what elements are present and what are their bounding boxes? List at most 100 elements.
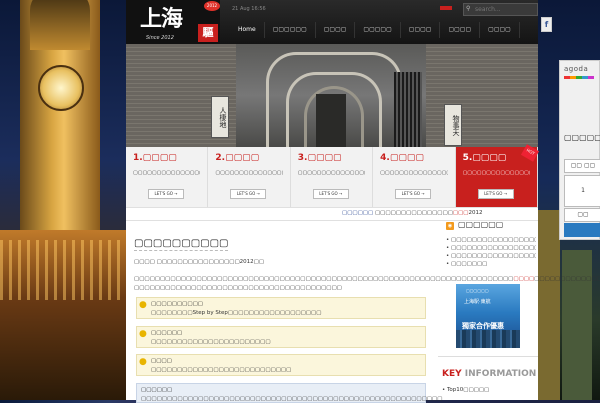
feature-desc: ▢▢▢▢▢▢▢▢▢▢▢▢▢▢▢▢▢▢▢▢▢▢ [380,170,447,176]
ad-logo: ▢▢▢▢▢▢ [466,288,489,293]
intro-text: ▢▢▢▢▢▢▢▢▢▢▢▢▢▢▢▢▢▢▢▢▢▢▢▢▢▢▢▢▢▢▢▢▢▢▢▢▢▢▢▢ [134,285,342,291]
feature-boxes: 1.▢▢▢▢ ▢▢▢▢▢▢▢▢▢▢▢▢▢▢▢▢▢▢▢▢▢▢▢▢ LET'S GO… [126,144,540,207]
intro-text: ▢▢▢▢▢▢▢▢▢▢▢▢▢▢▢▢▢ [534,276,600,282]
ticker-part: ▢▢▢ [452,210,469,216]
tip-title: ▢▢▢▢▢▢▢▢▢▢ [151,301,203,307]
main-content: ▢▢▢▢▢▢▢▢▢▢ ▢▢▢▢ ▢▢▢▢▢▢▢▢▢▢▢▢▢▢▢▢2012▢▢ ▢… [126,220,600,403]
tip-box: ● ▢▢▢▢▢▢ ▢▢▢▢▢▢▢▢▢▢▢▢▢▢▢▢▢▢▢▢▢▢▢ [136,326,426,348]
tip-desc: ▢▢▢▢▢▢▢▢▢▢▢▢▢▢▢▢▢▢▢▢▢▢▢ [151,339,271,345]
agoda-calendar[interactable]: 1 [564,175,600,207]
note-title: ▢▢▢▢▢▢ [141,387,173,393]
logo-since: Since 2012 [146,35,174,41]
building [562,250,592,400]
rss-icon[interactable]: ◉ [446,222,454,230]
agoda-widget: agoda ▢▢▢▢▢▢ ▢▢ ▢▢ 1 ▢▢ [559,60,600,240]
clock-face [38,65,84,111]
ticker-text[interactable]: ▢▢▢▢▢▢ ▢▢▢▢▢▢▢▢▢▢▢▢▢▢▢▢▢▢2012 [342,210,482,216]
sidebar-link-text: ▢▢▢▢▢▢▢▢▢▢▢▢▢▢▢▢▢▢▢ [451,245,536,251]
lets-go-button[interactable]: LET'S GO → [312,189,349,199]
tip-box: ● ▢▢▢▢▢▢▢▢▢▢ ▢▢▢▢▢▢▢▢Step by Step▢▢▢▢▢▢▢… [136,297,426,319]
alley-end [316,94,346,147]
key-info-link[interactable]: • Top10▢▢▢▢▢ [442,387,489,393]
feature-title: 4.▢▢▢▢ [380,153,424,163]
feature-title: 2.▢▢▢▢ [215,153,260,163]
feature-box: 4.▢▢▢▢ ▢▢▢▢▢▢▢▢▢▢▢▢▢▢▢▢▢▢▢▢▢▢ LET'S GO → [373,147,456,207]
sidebar-link-text: ▢▢▢▢▢▢▢▢▢▢▢▢▢▢▢▢▢▢▢▢▢▢ [451,237,536,243]
tip-desc: ▢▢▢▢▢▢▢▢▢▢▢▢▢▢▢▢▢▢▢▢▢▢▢▢▢▢▢ [151,367,292,373]
key-information: KEY INFORMATION • Top10▢▢▢▢▢ [438,356,538,393]
nav-item[interactable]: ▢▢▢▢ [480,22,520,38]
feature-box: 2.▢▢▢▢ ▢▢▢▢▢▢▢▢▢▢▢▢▢▢▢▢▢▢▢▢... LET'S GO … [208,147,291,207]
lightbulb-icon: ● [139,300,147,310]
tip-box: ● ▢▢▢▢ ▢▢▢▢▢▢▢▢▢▢▢▢▢▢▢▢▢▢▢▢▢▢▢▢▢▢▢ [136,354,426,376]
feature-box: 3.▢▢▢▢ ▢▢▢▢▢▢▢▢▢▢▢▢▢▢▢▢▢▢▢▢▢ LET'S GO → [290,147,374,207]
clock-tower-top [30,0,90,50]
feature-title: 3.▢▢▢▢ [297,153,342,163]
agoda-search-button[interactable] [564,223,600,237]
key-info-title: KEY INFORMATION [442,369,536,379]
nav-item-home[interactable]: Home [230,22,265,38]
search-input[interactable] [475,5,533,13]
feature-desc: ▢▢▢▢▢▢▢▢▢▢▢▢▢▢▢▢▢▢▢▢▢ [297,170,365,176]
nav-item[interactable]: ▢▢▢▢ [316,22,356,38]
sidebar-link[interactable]: • ▢▢▢▢▢▢▢▢▢▢▢▢▢▢▢▢▢▢▢▢▢▢ [446,252,536,260]
note-desc: ▢▢▢▢▢▢▢▢▢▢▢▢▢▢▢▢▢▢▢▢▢▢▢▢▢▢▢▢▢▢▢▢▢▢▢▢▢▢▢▢… [141,396,443,402]
wall-plaque-left: 人棲地 [211,96,229,138]
sidebar-link[interactable]: • ▢▢▢▢▢▢▢▢▢▢▢▢▢▢▢▢▢▢▢▢▢▢ [446,236,536,244]
hero-image: 人棲地 物事天 [126,44,538,147]
key-word: KEY [442,369,462,379]
agoda-field[interactable]: ▢▢ ▢▢ [564,159,600,173]
social-link[interactable] [440,6,452,10]
main-nav: Home ▢▢▢▢▢▢ ▢▢▢▢ ▢▢▢▢▢ ▢▢▢▢ ▢▢▢▢ ▢▢▢▢ [230,22,520,38]
sidebar: ◉ ▢▢▢▢▢▢ • ▢▢▢▢▢▢▢▢▢▢▢▢▢▢▢▢▢▢▢▢▢▢ • ▢▢▢▢… [438,220,538,400]
sidebar-link[interactable]: • ▢▢▢▢▢▢▢▢▢▢▢▢▢▢▢▢▢▢▢▢▢ [446,244,536,252]
ad-line: 上海駅·東航 [464,299,491,305]
search-box: ⚲ [463,3,538,16]
nav-item[interactable]: ▢▢▢▢▢▢ [265,22,316,38]
feature-desc: ▢▢▢▢▢▢▢▢▢▢▢▢▢▢▢▢▢▢▢▢▢▢▢▢ [133,170,200,176]
nav-item[interactable]: ▢▢▢▢ [440,22,481,38]
iron-gate [394,72,422,147]
lets-go-button[interactable]: LET'S GO → [230,189,267,199]
agoda-logo-dots [564,76,594,79]
sidebar-link[interactable]: • ▢▢▢▢▢▢▢ [446,260,536,268]
page-title: ▢▢▢▢▢▢▢▢▢▢ [134,238,229,251]
site-logo[interactable]: 上海 2012 Since 2012 驅 [126,0,220,44]
feature-desc: ▢▢▢▢▢▢▢▢▢▢▢▢▢▢▢▢▢▢▢▢▢▢ [462,170,530,176]
building [538,210,560,400]
logo-red-mark: 驅 [198,24,218,42]
site-header: 上海 2012 Since 2012 驅 21 Aug 16:56 ⚲ Home… [126,0,538,44]
note-box: ▢▢▢▢▢▢ ▢▢▢▢▢▢▢▢▢▢▢▢▢▢▢▢▢▢▢▢▢▢▢▢▢▢▢▢▢▢▢▢▢… [136,383,442,403]
sidebar-link-text: ▢▢▢▢▢▢▢▢▢▢▢▢▢▢▢▢▢▢▢ [451,253,536,259]
airline-ad-banner[interactable]: ▢▢▢▢▢▢ 上海駅·東航 獨家合作優惠 [456,284,520,348]
logo-text: 上海 [140,6,183,32]
wall-plaque-right: 物事天 [444,104,462,146]
sidebar-list: • ▢▢▢▢▢▢▢▢▢▢▢▢▢▢▢▢▢▢▢▢▢▢ • ▢▢▢▢▢▢▢▢▢▢▢▢▢… [446,236,536,268]
tip-title: ▢▢▢▢ [151,358,172,364]
tip-title: ▢▢▢▢▢▢ [151,330,183,336]
agoda-field[interactable]: ▢▢ [564,208,600,222]
facebook-icon[interactable]: f [541,17,552,32]
agoda-heading: ▢▢▢▢▢▢ [564,133,600,142]
feature-box-active: 5.▢▢▢▢ ▢▢▢▢▢▢▢▢▢▢▢▢▢▢▢▢▢▢▢▢▢▢ LET'S GO →… [455,144,540,207]
nav-item[interactable]: ▢▢▢▢▢ [355,22,401,38]
lets-go-button[interactable]: LET'S GO → [395,189,432,199]
page-subtitle: ▢▢▢▢ ▢▢▢▢▢▢▢▢▢▢▢▢▢▢▢▢2012▢▢ [134,259,265,265]
feature-box: 1.▢▢▢▢ ▢▢▢▢▢▢▢▢▢▢▢▢▢▢▢▢▢▢▢▢▢▢▢▢ LET'S GO… [126,147,209,207]
background-scenery-left [0,0,126,400]
feature-title: 1.▢▢▢▢ [133,153,177,163]
header-date: 21 Aug 16:56 [232,6,266,12]
ticker-part: ▢▢▢▢▢▢ [342,210,375,216]
search-icon[interactable]: ⚲ [466,5,470,12]
intro-paragraph: ▢▢▢▢▢▢▢▢▢▢▢▢▢▢▢▢▢▢▢▢▢▢▢▢▢▢▢▢▢▢▢▢▢▢▢▢▢▢▢▢… [134,275,600,293]
logo-badge: 2012 [204,1,220,11]
agoda-logo: agoda [564,65,589,73]
lets-go-button[interactable]: LET'S GO → [477,189,514,199]
sidebar-title: ▢▢▢▢▢▢ [458,220,504,229]
lets-go-button[interactable]: LET'S GO → [148,189,184,199]
nav-item[interactable]: ▢▢▢▢ [401,22,441,38]
ticker-part: 2012 [468,210,483,216]
ad-skyline [456,330,520,348]
tip-desc: ▢▢▢▢▢▢▢▢Step by Step▢▢▢▢▢▢▢▢▢▢▢▢▢▢▢▢▢▢ [151,310,322,316]
sidebar-link-text: ▢▢▢▢▢▢▢ [451,261,488,267]
